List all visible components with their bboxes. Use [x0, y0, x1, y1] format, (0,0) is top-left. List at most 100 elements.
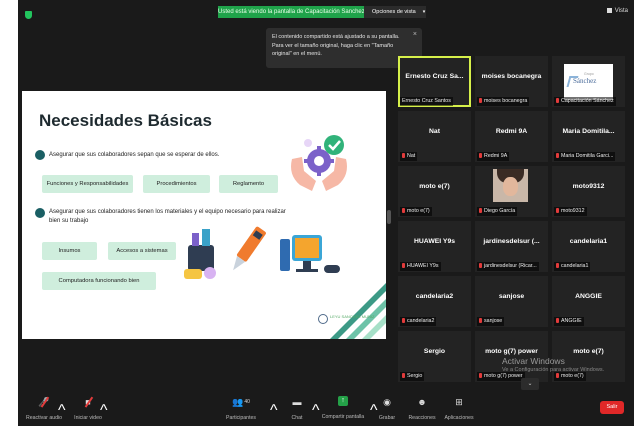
apps-button[interactable]: ⊞ Aplicaciones [440, 394, 478, 421]
participant-tile[interactable]: moises bocanegra moises bocanegra [475, 56, 548, 107]
participant-tile[interactable]: moto9312 moto9312 [552, 166, 625, 217]
fit-notification-text: El contenido compartido está ajustado a … [272, 34, 400, 57]
participant-logo: Grupo Sánchez [564, 64, 613, 100]
participants-options-chevron[interactable]: ^ [270, 402, 278, 420]
participant-tile[interactable]: candelaria2 candelaria2 [398, 276, 471, 327]
participant-tile[interactable]: Sergio Sergio [398, 331, 471, 382]
slide-chip: Insumos [42, 242, 97, 260]
slide-chip: Funciones y Responsabilidades [42, 175, 133, 193]
participant-label: Diego García [477, 207, 518, 216]
chat-button[interactable]: ▬ Chat [284, 394, 310, 421]
mic-muted-icon [479, 208, 482, 213]
participant-label-text: Diego García [484, 208, 516, 214]
participant-tile[interactable]: ANGGIE ANGGIE [552, 276, 625, 327]
participant-tile[interactable]: Nat Nat [398, 111, 471, 162]
view-button[interactable]: Vista [606, 8, 628, 14]
participant-label: Redmi 9A [477, 152, 510, 161]
participant-label-text: Sergio [407, 373, 423, 379]
slide-logo: LEYU SANCHEZ MUNIZ [318, 314, 375, 324]
slide-chip: Procedimientos [143, 175, 210, 193]
mic-muted-icon [402, 373, 405, 378]
view-options-label: Opciones de vista [372, 9, 416, 15]
participant-tile[interactable]: candelaria1 candelaria1 [552, 221, 625, 272]
participant-name: moises bocanegra [481, 73, 542, 80]
participant-label-text: Maria Domitila Garci... [561, 153, 614, 159]
mic-muted-icon [402, 153, 405, 158]
participant-label-text: candelaria2 [407, 318, 435, 324]
participants-count: 40 [244, 399, 250, 405]
mic-muted-icon [556, 263, 559, 268]
view-options-menu[interactable]: Opciones de vista ▾ [364, 6, 426, 18]
participant-label: sanjose [477, 317, 505, 326]
gallery-scroll-down[interactable]: ⌄ [521, 378, 539, 390]
view-button-label: Vista [614, 8, 628, 14]
leave-button[interactable]: Salir [600, 401, 624, 414]
participant-label-text: ANGGIE [561, 318, 582, 324]
participant-label-text: moises bocanegra [484, 98, 528, 104]
mic-muted-icon [479, 98, 482, 103]
participant-tile[interactable]: jardinesdelsur (... jardinesdelsur (Ricar… [475, 221, 548, 272]
slide-bullet-1: Asegurar que sus colaboradores sepan que… [49, 152, 220, 158]
participant-tile[interactable]: Maria Domitila... Maria Domitila Garci... [552, 111, 625, 162]
participant-name: moto e(7) [573, 348, 604, 355]
participant-label: moto e(7) [400, 207, 432, 216]
audio-options-chevron[interactable]: ^ [58, 402, 66, 420]
activation-watermark: Activar Windows Ve a Configuración para … [502, 357, 604, 374]
participant-name: Redmi 9A [495, 128, 528, 135]
participant-name: sanjose [498, 293, 525, 300]
participant-label-text: Redmi 9A [484, 153, 508, 159]
participant-label: moises bocanegra [477, 97, 530, 106]
participant-name: HUAWEI Y9s [413, 238, 456, 245]
mic-muted-icon [402, 263, 405, 268]
participant-tile[interactable]: sanjose sanjose [475, 276, 548, 327]
participant-name: ANGGIE [575, 293, 602, 300]
bullet-icon [35, 208, 45, 218]
record-label: Grabar [378, 415, 396, 421]
slide-chip: Computadora funcionando bien [42, 272, 156, 290]
share-screen-label: Compartir pantalla [321, 414, 365, 420]
participant-tile[interactable]: HUAWEI Y9s HUAWEI Y9s [398, 221, 471, 272]
participant-label-text: candelaria1 [561, 263, 589, 269]
shared-screen: Necesidades Básicas Asegurar que sus col… [22, 91, 386, 339]
participant-label: Sergio [400, 372, 425, 381]
reactions-button[interactable]: ☻ Reacciones [405, 394, 439, 421]
participant-tile[interactable]: Ernesto Cruz Sa... Ernesto Cruz Santos [398, 56, 471, 107]
participant-label: Ernesto Cruz Santos [400, 97, 453, 106]
mic-muted-icon [479, 153, 482, 158]
logo-icon [318, 314, 328, 324]
cleaning-supplies-icon [184, 229, 216, 279]
shield-icon[interactable] [25, 11, 32, 19]
mic-muted-icon [479, 263, 482, 268]
participant-name: moto9312 [572, 183, 605, 190]
participant-label-text: HUAWEI Y9s [407, 263, 439, 269]
participants-button[interactable]: 👥40 Participantes [216, 394, 266, 421]
activation-subtitle: Ve a Configuración para activar Windows. [502, 367, 605, 373]
chat-label: Chat [291, 415, 303, 421]
record-icon: ◉ [383, 397, 391, 407]
mic-muted-icon [556, 208, 559, 213]
mic-muted-icon [556, 153, 559, 158]
mic-muted-icon [402, 208, 405, 213]
participant-tile[interactable]: moto e(7) moto e(7) [398, 166, 471, 217]
participant-video [493, 169, 528, 202]
slide-logo-text: LEYU SANCHEZ MUNIZ [330, 314, 375, 319]
share-banner: Usted está viendo la pantalla de Capacit… [218, 6, 364, 18]
participant-tile[interactable]: Diego García [475, 166, 548, 217]
decorative-stripes [330, 283, 386, 339]
video-options-chevron[interactable]: ^ [100, 402, 108, 420]
resize-handle[interactable] [387, 210, 391, 224]
participant-tile[interactable]: Grupo Sánchez Capacitación Sánchez [552, 56, 625, 107]
participant-label-text: moto9312 [561, 208, 585, 214]
record-button[interactable]: ◉ Grabar [376, 394, 398, 421]
mic-muted-icon [479, 373, 482, 378]
meeting-toolbar: 🎤 Reactivar audio ^ ■ Iniciar video ^ 👥4… [18, 392, 634, 426]
mic-muted-icon [556, 318, 559, 323]
participant-label: HUAWEI Y9s [400, 262, 441, 271]
participant-name: candelaria2 [415, 293, 454, 300]
participant-logo-text: Sánchez [573, 77, 597, 85]
participant-name: jardinesdelsur (... [483, 238, 540, 245]
participant-tile[interactable]: Redmi 9A Redmi 9A [475, 111, 548, 162]
mic-muted-icon [402, 318, 405, 323]
share-screen-button[interactable]: ↑ Compartir pantalla [318, 394, 368, 420]
close-icon[interactable]: × [413, 31, 417, 40]
